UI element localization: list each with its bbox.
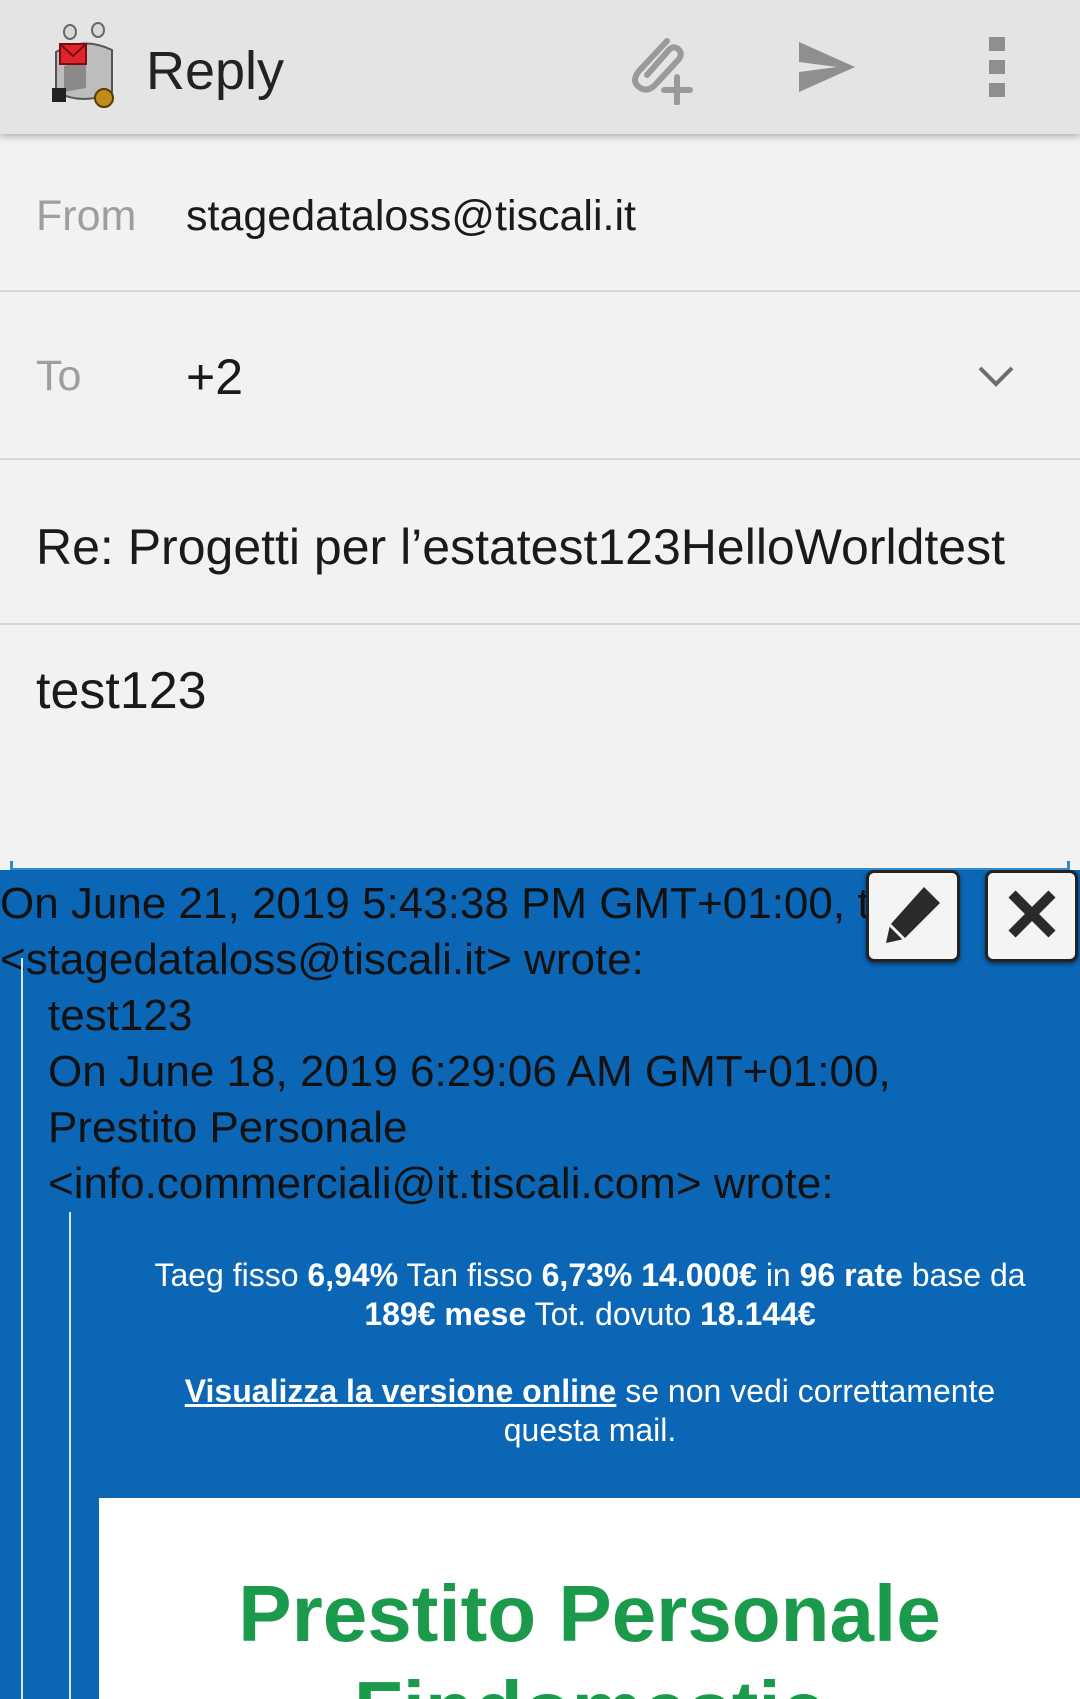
to-row: To +2 [0,292,1080,460]
send-button[interactable] [782,24,872,114]
from-row: From stagedataloss@tiscali.it [0,134,1080,292]
to-recipients-summary[interactable]: +2 [186,348,243,406]
more-vert-icon [987,35,1007,104]
quote-bar-level1 [21,958,23,1699]
loan-terms-text: Taeg fisso 6,94% Tan fisso 6,73% 14.000€… [154,1257,1026,1332]
subject-row: Re: Progetti per l’estatest123HelloWorld… [0,460,1080,625]
more-options-button[interactable] [952,24,1042,114]
to-label: To [36,352,82,400]
mail-app-icon [46,22,124,110]
send-icon [797,40,857,99]
nested-quote-line: <info.commerciali@it.tiscali.com> wrote: [48,1159,834,1208]
pencil-icon [880,881,946,952]
delete-quoted-button[interactable] [985,870,1078,962]
from-label: From [36,192,137,240]
attach-button[interactable] [614,24,704,114]
nested-quote-line: Prestito Personale [48,1103,408,1152]
close-icon [1004,886,1060,947]
quote-header-line1: On June 21, 2019 5:43:38 PM GMT+01:00, t… [0,879,929,928]
subject-input[interactable]: Re: Progetti per l’estatest123HelloWorld… [36,518,1044,576]
promo-card-title: Prestito Personale Findomestic [238,1569,941,1699]
online-version-text: Visualizza la versione online se non ved… [184,1373,996,1448]
online-version-link[interactable]: Visualizza la versione online [185,1373,617,1409]
quote-header-line2: <stagedataloss@tiscali.it> wrote: [0,935,644,984]
expand-recipients-button[interactable] [974,354,1018,398]
top-app-bar: Reply [0,0,1080,134]
nested-quote: test123 On June 18, 2019 6:29:06 AM GMT+… [48,988,891,1212]
from-value[interactable]: stagedataloss@tiscali.it [186,192,636,241]
nested-quote-line: test123 [48,991,193,1040]
message-body-text[interactable]: test123 [36,661,207,721]
nested-quote-line: On June 18, 2019 6:29:06 AM GMT+01:00, [48,1047,891,1096]
attach-file-icon [621,29,697,110]
quoted-message: On June 21, 2019 5:43:38 PM GMT+01:00, t… [0,870,1080,1699]
message-body-field[interactable]: test123 [0,625,1080,871]
promo-card: Prestito Personale Findomestic [99,1498,1080,1699]
edit-quoted-button[interactable] [866,870,960,962]
quote-bar-level2 [69,1212,71,1699]
chevron-down-icon [974,366,1018,402]
screen-title: Reply [146,41,285,101]
